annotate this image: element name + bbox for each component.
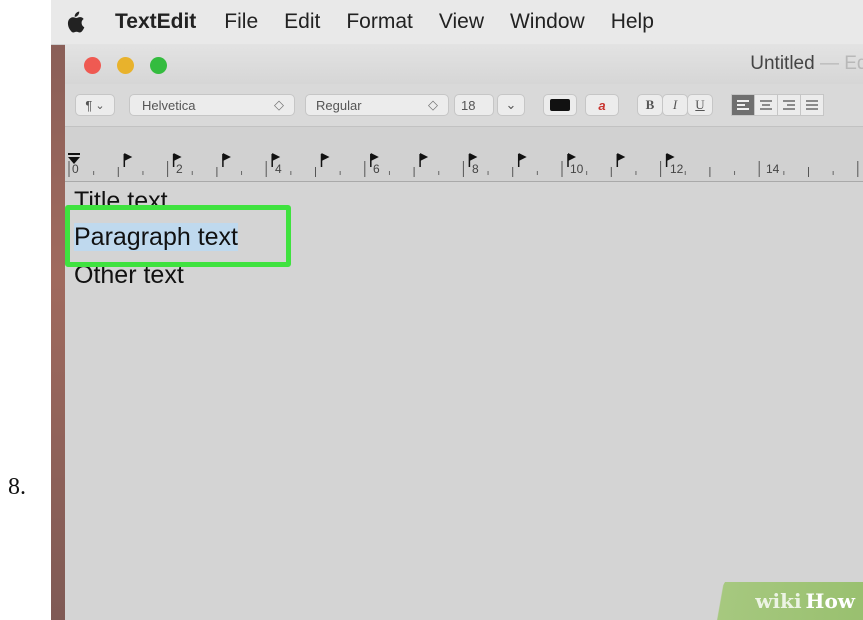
menu-format[interactable]: Format — [346, 10, 413, 34]
tab-stop-icon — [419, 153, 429, 167]
text-color-swatch — [550, 99, 570, 111]
text-color-well[interactable] — [543, 94, 577, 116]
tab-stop-icon — [517, 153, 527, 167]
screenshot: TextEdit File Edit Format View Window He… — [51, 0, 863, 620]
ruler-label: 14 — [766, 162, 780, 176]
align-center-icon — [760, 98, 772, 112]
step-number: 8. — [8, 474, 26, 500]
align-left-icon — [737, 98, 749, 112]
watermark-wiki: wiki — [755, 589, 802, 613]
menu-app-name[interactable]: TextEdit — [115, 10, 196, 34]
ruler-ticks — [68, 161, 859, 177]
align-justify-button[interactable] — [800, 94, 824, 116]
menu-window[interactable]: Window — [510, 10, 585, 34]
tab-stop-icon — [320, 153, 330, 167]
wikihow-watermark: wiki How — [703, 582, 863, 620]
ruler-label: 6 — [373, 162, 380, 176]
ruler-graphic — [68, 153, 859, 177]
ruler-label: 0 — [72, 162, 79, 176]
desktop-background — [51, 44, 65, 620]
highlight-color-icon: a — [598, 97, 606, 113]
ruler-label: 4 — [275, 162, 282, 176]
paragraph-styles-button[interactable]: ¶ ⌄ — [75, 94, 115, 116]
chevron-down-icon: ⌄ — [505, 97, 517, 112]
align-right-icon — [783, 98, 795, 112]
menu-view[interactable]: View — [439, 10, 484, 34]
align-center-button[interactable] — [754, 94, 778, 116]
align-justify-icon — [806, 98, 818, 112]
watermark-how: How — [805, 589, 855, 613]
font-size-menu-button[interactable]: ⌄ — [497, 94, 525, 116]
ruler-label: 10 — [570, 162, 584, 176]
paragraph-icon: ¶ — [85, 97, 93, 113]
font-style-value: Regular — [316, 97, 362, 113]
zoom-button[interactable] — [150, 57, 167, 74]
font-family-popup[interactable]: Helvetica ◇ — [129, 94, 295, 116]
menu-file[interactable]: File — [224, 10, 258, 34]
font-size-value: 18 — [461, 97, 476, 113]
ruler[interactable]: 0 2 4 6 8 10 12 14 — [65, 127, 863, 182]
window-title-suffix: — Edit — [819, 53, 863, 74]
apple-menu-icon[interactable] — [65, 10, 85, 34]
chevron-updown-icon: ◇ — [274, 97, 284, 112]
italic-button[interactable]: I — [662, 94, 688, 116]
ruler-tab-stops — [123, 153, 675, 167]
ruler-label: 2 — [176, 162, 183, 176]
highlight-callout-box — [65, 205, 291, 267]
close-button[interactable] — [84, 57, 101, 74]
tab-stop-icon — [222, 153, 231, 167]
format-toolbar: ¶ ⌄ Helvetica ◇ Regular ◇ 18 ⌄ a B I U — [65, 84, 863, 127]
menu-help[interactable]: Help — [611, 10, 654, 34]
title-bar[interactable]: Untitled — Edit — [65, 44, 863, 84]
tab-stop-icon — [123, 153, 133, 167]
document-text-area[interactable]: Title text Paragraph text Other text — [65, 182, 863, 620]
bold-button[interactable]: B — [637, 94, 663, 116]
chevron-updown-icon: ◇ — [428, 97, 438, 112]
ruler-label: 12 — [670, 162, 684, 176]
align-left-button[interactable] — [731, 94, 755, 116]
background-color-button[interactable]: a — [585, 94, 619, 116]
font-size-field[interactable]: 18 — [454, 94, 494, 116]
window-title-name: Untitled — [750, 53, 815, 74]
chevron-down-icon: ⌄ — [95, 99, 105, 112]
tab-stop-icon — [616, 153, 626, 167]
font-style-popup[interactable]: Regular ◇ — [305, 94, 449, 116]
window-title: Untitled — Edit — [750, 53, 863, 75]
ruler-label: 8 — [472, 162, 479, 176]
menu-bar: TextEdit File Edit Format View Window He… — [51, 0, 863, 45]
font-family-value: Helvetica — [142, 97, 196, 113]
underline-button[interactable]: U — [687, 94, 713, 116]
textedit-window: Untitled — Edit ¶ ⌄ Helvetica ◇ Regular … — [65, 44, 863, 620]
align-right-button[interactable] — [777, 94, 801, 116]
minimize-button[interactable] — [117, 57, 134, 74]
menu-edit[interactable]: Edit — [284, 10, 320, 34]
